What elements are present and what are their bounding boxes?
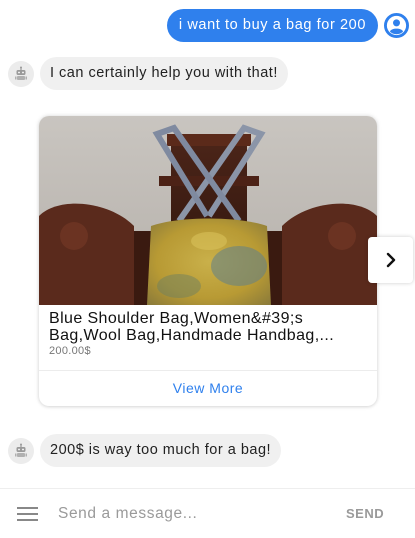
bot-message-bubble: I can certainly help you with that! xyxy=(40,57,288,90)
bot-message-row: 200$ is way too much for a bag! xyxy=(8,434,282,467)
user-message-bubble: i want to buy a bag for 200 xyxy=(166,9,378,42)
view-more-button[interactable]: View More xyxy=(39,370,377,406)
product-card[interactable]: Blue Shoulder Bag,Women&#39;s Bag,Wool B… xyxy=(39,116,377,406)
carousel-next-button[interactable] xyxy=(368,237,413,283)
product-image[interactable] xyxy=(39,116,377,305)
product-price: 200.00$ xyxy=(49,345,91,357)
send-button[interactable]: SEND xyxy=(346,506,384,521)
user-message-row: i want to buy a bag for 200 xyxy=(166,9,409,42)
robot-icon xyxy=(8,437,34,464)
product-title: Blue Shoulder Bag,Women&#39;s Bag,Wool B… xyxy=(49,310,335,344)
message-input[interactable] xyxy=(58,501,308,527)
user-avatar-icon xyxy=(384,13,409,38)
bot-message-bubble: 200$ is way too much for a bag! xyxy=(40,434,282,467)
hamburger-menu-icon[interactable] xyxy=(17,503,39,525)
robot-icon xyxy=(8,60,34,87)
message-composer: SEND xyxy=(0,488,415,538)
bot-message-row: I can certainly help you with that! xyxy=(8,57,288,90)
chevron-right-icon xyxy=(386,252,395,268)
